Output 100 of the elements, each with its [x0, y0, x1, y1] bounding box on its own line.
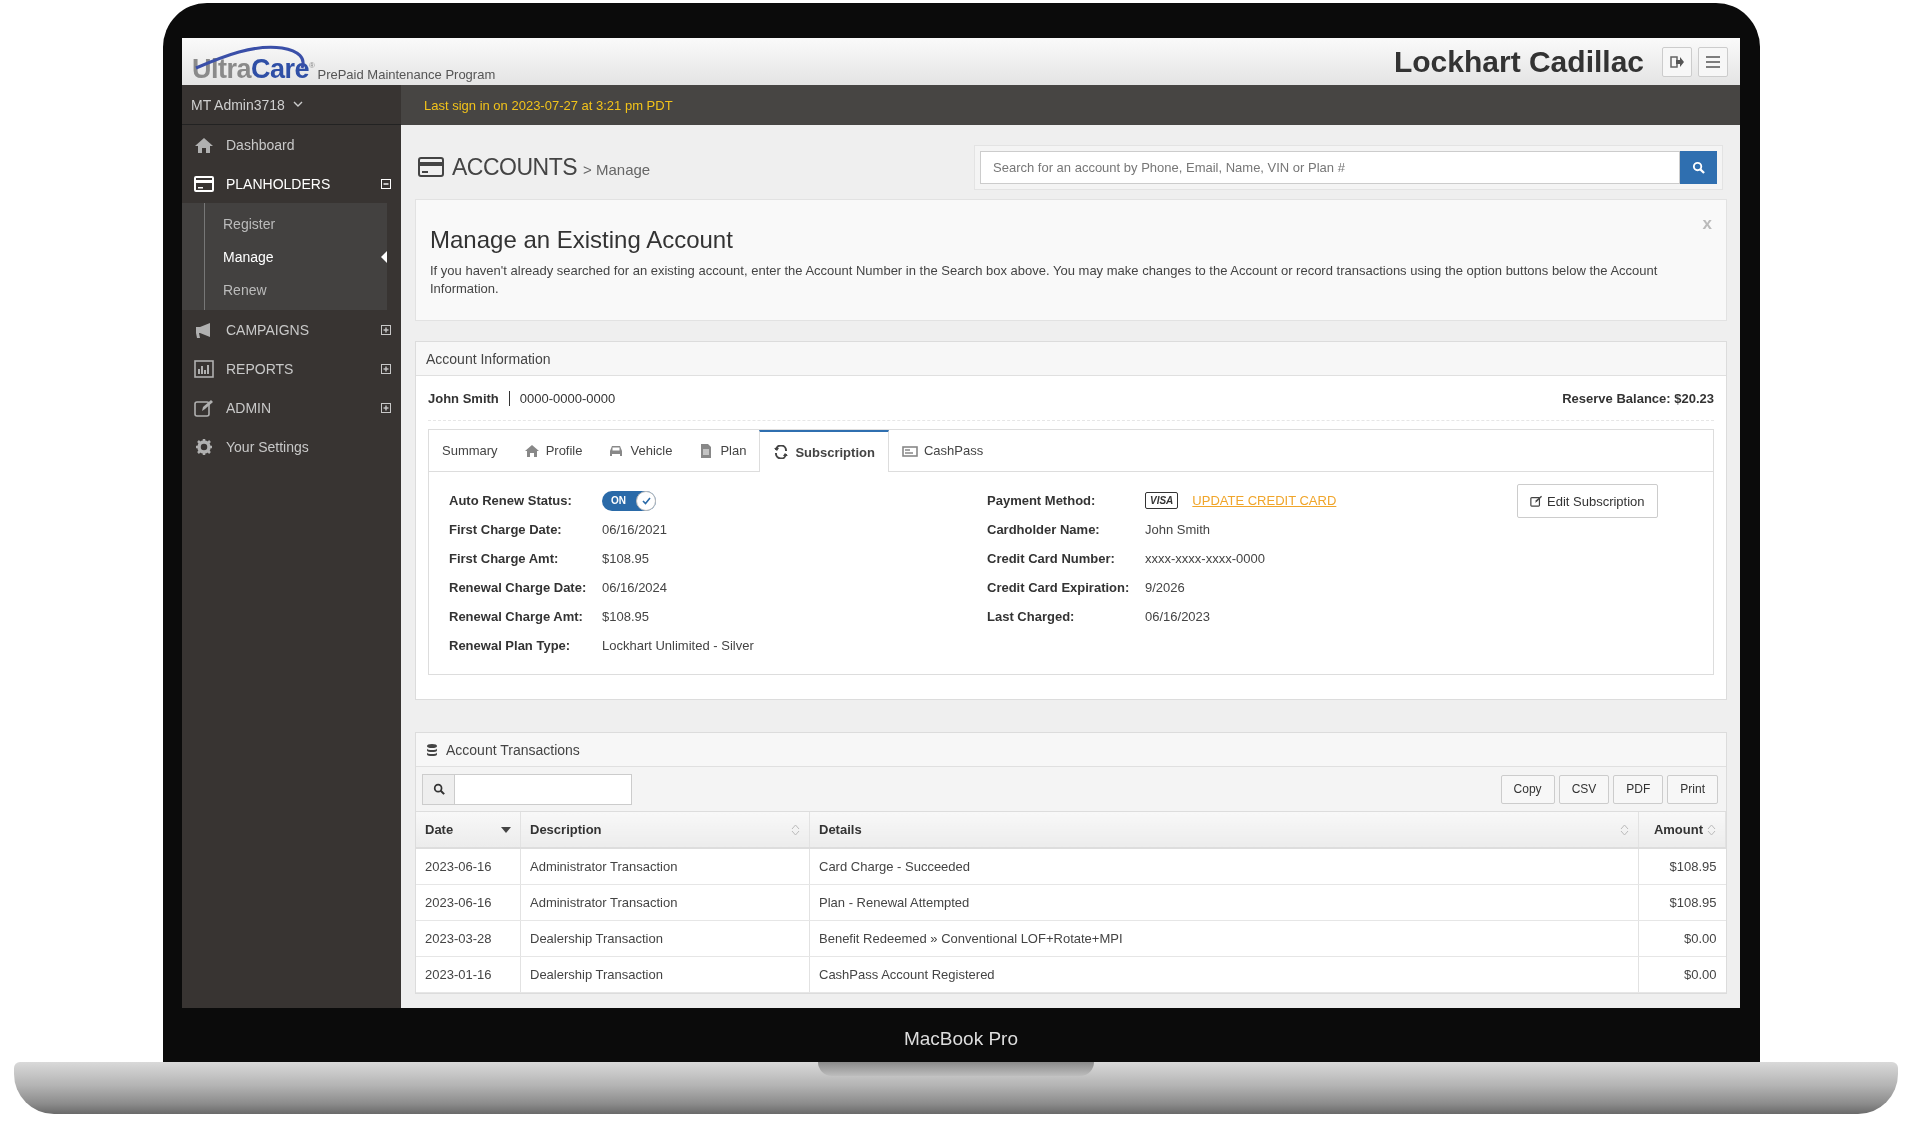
- expand-icon[interactable]: [381, 363, 391, 374]
- field-label: Credit Card Number:: [987, 551, 1116, 566]
- field-label: Renewal Charge Date:: [449, 580, 588, 595]
- search-icon: [1692, 160, 1705, 174]
- field-value: 06/16/2024: [602, 580, 668, 595]
- tab[interactable]: Summary: [429, 430, 511, 471]
- submenu-item[interactable]: Register: [182, 207, 387, 240]
- sidebar-item[interactable]: ADMIN: [182, 388, 401, 427]
- edit-icon: [194, 398, 214, 417]
- table-cell: 2023-03-28: [416, 920, 521, 957]
- collapse-icon[interactable]: [381, 178, 391, 189]
- logo: UltraCare$^{®}$: [192, 41, 315, 83]
- field-label: Auto Renew Status:: [449, 493, 573, 508]
- sidebar-item[interactable]: Dashboard: [182, 125, 401, 164]
- field-value: $108.95: [602, 609, 649, 624]
- sidebar-item[interactable]: REPORTS: [182, 349, 401, 388]
- search-field[interactable]: Search for an account by Phone, Email, Name, VIN or Plan #: [980, 150, 1680, 184]
- table-cell: Dealership Transaction: [520, 956, 810, 993]
- dealer-name: Lockhart Cadillac: [1393, 44, 1644, 79]
- tab[interactable]: Plan: [685, 430, 760, 471]
- table-search-field[interactable]: [454, 773, 632, 805]
- field-label: Credit Card Expiration:: [987, 580, 1131, 595]
- sidebar-item[interactable]: CAMPAIGNS: [182, 310, 401, 349]
- search-button[interactable]: [1680, 150, 1717, 184]
- settings-icon: [194, 437, 214, 456]
- device-label: MacBook Pro: [902, 1028, 1019, 1050]
- panel-title: Account Transactions: [446, 741, 580, 758]
- field-label: Last Charged:: [987, 609, 1076, 624]
- menu-icon: [1705, 54, 1721, 69]
- table-cell: Card Charge - Succeeded: [809, 848, 1639, 885]
- edit-subscription-button[interactable]: Edit Subscription: [1517, 484, 1658, 518]
- column-header[interactable]: Amount: [1638, 812, 1726, 848]
- field-label: Cardholder Name:: [987, 522, 1101, 537]
- table-cell: Benefit Redeemed » Conventional LOF+Rotate+MPI: [809, 920, 1639, 957]
- notice-text: If you haven't already searched for an existing account, enter the Account Number in the Search box above. You may make changes to the Account or record transactions using the option buttons below the Account Information.: [430, 262, 1659, 298]
- brand-tagline: PrePaid Maintenance Program: [317, 66, 496, 82]
- tab[interactable]: Vehicle: [595, 430, 686, 471]
- notice-title: Manage an Existing Account: [430, 226, 733, 254]
- export-button[interactable]: Copy: [1500, 774, 1555, 804]
- sidebar-item[interactable]: Your Settings: [182, 427, 401, 466]
- database-icon: [426, 742, 438, 757]
- table-cell: Dealership Transaction: [520, 920, 810, 957]
- auto-renew-toggle[interactable]: ON: [602, 490, 656, 511]
- table-cell: $108.95: [1638, 848, 1726, 885]
- card-icon: [418, 157, 444, 177]
- car-icon: [608, 443, 625, 458]
- chevron-down-icon: [292, 101, 303, 108]
- submenu-item[interactable]: Manage: [182, 240, 387, 273]
- sidebar-item[interactable]: PLANHOLDERS: [182, 164, 401, 203]
- column-header[interactable]: Date: [416, 812, 521, 848]
- check-icon: [641, 496, 651, 505]
- edit-icon: [1530, 495, 1542, 507]
- field-label: Payment Method:: [987, 493, 1097, 508]
- card-icon: [901, 443, 918, 458]
- home-icon: [523, 443, 540, 458]
- table-cell: 2023-06-16: [416, 884, 521, 921]
- field-value: xxxx-xxxx-xxxx-0000: [1145, 551, 1265, 566]
- card-brand-badge: VISA: [1145, 492, 1179, 509]
- logout-icon: [1670, 54, 1684, 69]
- last-sign-in-text: Last sign in on 2023-07-27 at 3:21 pm PDT: [424, 97, 673, 113]
- reserve-balance: Reserve Balance: $20.23: [1562, 390, 1714, 406]
- export-button[interactable]: Print: [1667, 774, 1718, 804]
- table-cell: $108.95: [1638, 884, 1726, 921]
- field-value: 06/16/2023: [1145, 609, 1211, 624]
- tab[interactable]: CashPass: [888, 430, 997, 471]
- breadcrumb: > Manage: [583, 160, 651, 178]
- menu-button[interactable]: [1698, 46, 1728, 77]
- column-header[interactable]: Description: [520, 812, 810, 848]
- table-cell: $0.00: [1638, 956, 1726, 993]
- field-label: Renewal Charge Amt:: [449, 609, 584, 624]
- field-value: 9/2026: [1145, 580, 1185, 595]
- field-value: $108.95: [602, 551, 649, 566]
- expand-icon[interactable]: [381, 402, 391, 413]
- logout-button[interactable]: [1662, 46, 1692, 77]
- table-cell: Plan - Renewal Attempted: [809, 884, 1639, 921]
- export-button[interactable]: CSV: [1558, 774, 1610, 804]
- refresh-icon: [773, 445, 790, 459]
- export-button[interactable]: PDF: [1613, 774, 1664, 804]
- submenu-item[interactable]: Renew: [182, 273, 387, 306]
- bar-chart-icon: [194, 359, 214, 378]
- expand-icon[interactable]: [381, 324, 391, 335]
- column-header[interactable]: Details: [809, 812, 1639, 848]
- field-value: Lockhart Unlimited - Silver: [602, 638, 754, 653]
- table-cell: Administrator Transaction: [520, 848, 810, 885]
- search-icon: [432, 783, 445, 795]
- sort-desc-icon[interactable]: [501, 826, 511, 833]
- field-label: First Charge Amt:: [449, 551, 560, 566]
- home-icon: [194, 135, 214, 154]
- field-label: Renewal Plan Type:: [449, 638, 572, 653]
- account-number: 0000-0000-0000: [518, 390, 617, 406]
- table-cell: 2023-01-16: [416, 956, 521, 993]
- tab[interactable]: Subscription: [759, 430, 889, 472]
- tab[interactable]: Profile: [510, 430, 596, 471]
- panel-title: Account Information: [426, 350, 551, 367]
- account-name: John Smith: [428, 390, 510, 406]
- table-cell: 2023-06-16: [416, 848, 521, 885]
- table-cell: Administrator Transaction: [520, 884, 810, 921]
- field-value: 06/16/2021: [602, 522, 668, 537]
- table-cell: CashPass Account Registered: [809, 956, 1639, 993]
- field-value: John Smith: [1145, 522, 1211, 537]
